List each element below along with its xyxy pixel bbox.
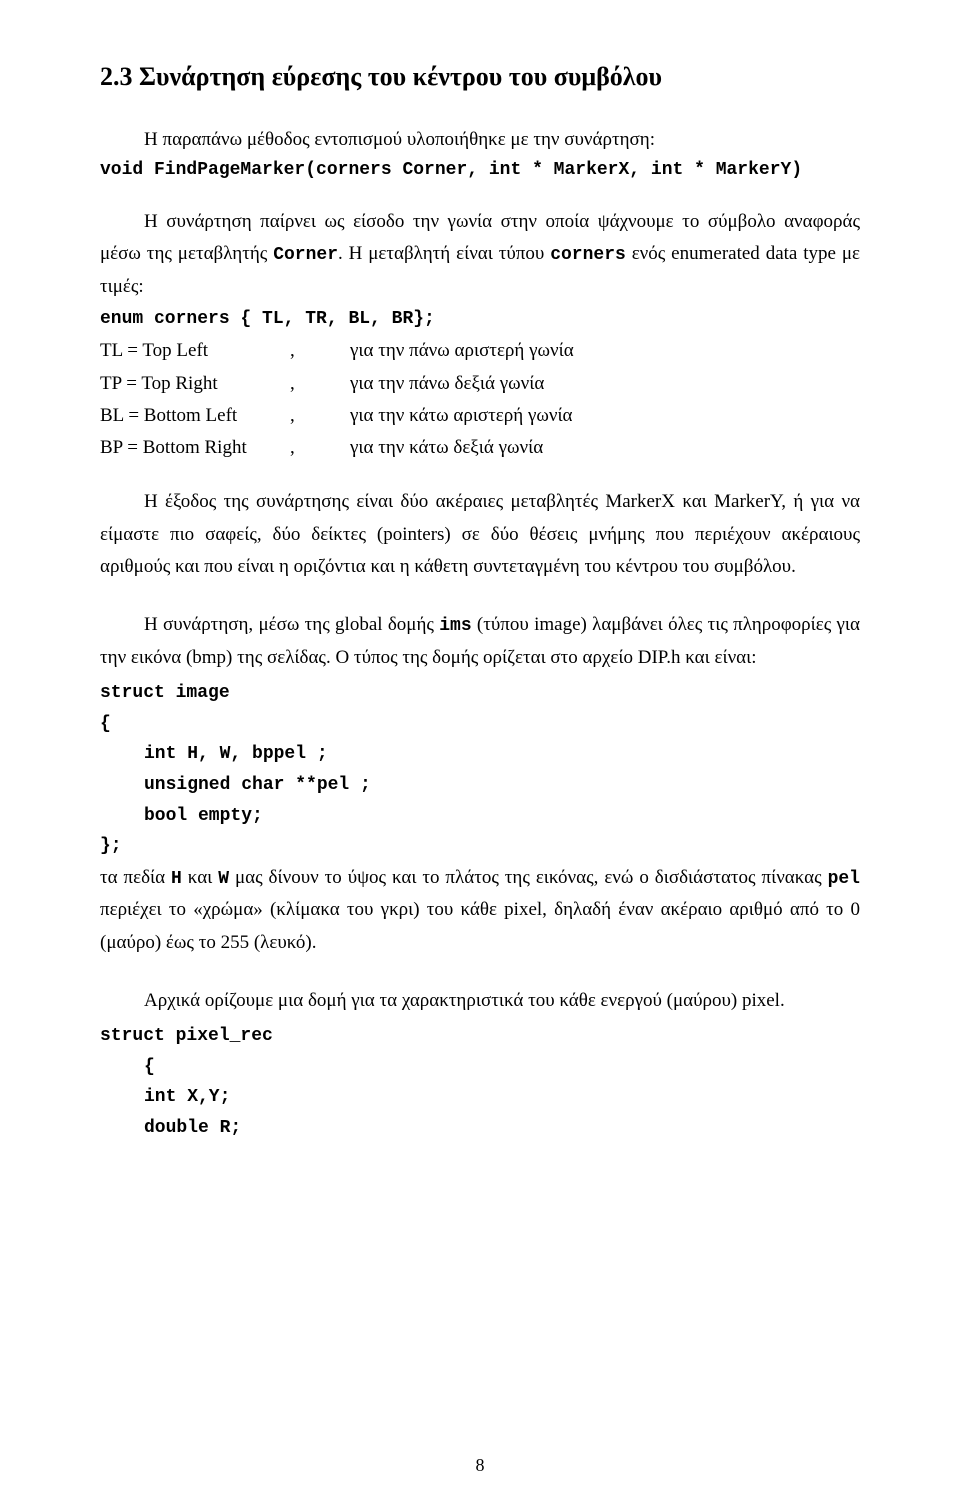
- page: 2.3 Συνάρτηση εύρεσης του κέντρου του συ…: [0, 0, 960, 1502]
- text: τα πεδία: [100, 867, 171, 888]
- text: και: [182, 867, 218, 888]
- enum-def-left: TL = Top Left: [100, 335, 290, 367]
- struct-image-l6: };: [100, 831, 860, 862]
- section-title: 2.3 Συνάρτηση εύρεσης του κέντρου του συ…: [100, 60, 860, 94]
- var-corner: Corner: [273, 245, 338, 265]
- enum-def-row: BL = Bottom Left , για την κάτω αριστερή…: [100, 400, 860, 432]
- struct-pixel-l2: {: [100, 1052, 860, 1083]
- paragraph-output: Η έξοδος της συνάρτησης είναι δύο ακέραι…: [100, 486, 860, 583]
- type-corners: corners: [550, 245, 626, 265]
- struct-pixel-l1: struct pixel_rec: [100, 1021, 860, 1052]
- enum-def-left: BL = Bottom Left: [100, 400, 290, 432]
- field-w: W: [218, 869, 229, 889]
- paragraph-struct-intro: Η συνάρτηση, μέσω της global δομής ims (…: [100, 609, 860, 674]
- struct-pixel-l3: int X,Y;: [100, 1082, 860, 1113]
- paragraph-input: Η συνάρτηση παίρνει ως είσοδο την γωνία …: [100, 206, 860, 303]
- text: μας δίνουν το ύψος και το πλάτος της εικ…: [229, 867, 828, 888]
- field-h: H: [171, 869, 182, 889]
- enum-def-comma: ,: [290, 432, 350, 464]
- enum-def-row: TL = Top Left , για την πάνω αριστερή γω…: [100, 335, 860, 367]
- page-number: 8: [0, 1455, 960, 1476]
- text: . Η μεταβλητή είναι τύπου: [338, 243, 550, 264]
- enum-def-right: για την κάτω δεξιά γωνία: [350, 432, 860, 464]
- enum-def-left: TP = Top Right: [100, 368, 290, 400]
- struct-image-l2: {: [100, 709, 860, 740]
- paragraph-pixel-struct: Αρχικά ορίζουμε μια δομή για τα χαρακτηρ…: [100, 985, 860, 1017]
- text: Η συνάρτηση, μέσω της global δομής: [144, 614, 439, 635]
- paragraph-fields: τα πεδία H και W μας δίνουν το ύψος και …: [100, 862, 860, 959]
- var-ims: ims: [439, 616, 471, 636]
- enum-def-right: για την πάνω δεξιά γωνία: [350, 368, 860, 400]
- enum-declaration: enum corners { TL, TR, BL, BR};: [100, 309, 860, 329]
- struct-image-l4: unsigned char **pel ;: [100, 770, 860, 801]
- enum-def-comma: ,: [290, 335, 350, 367]
- struct-image-l5: bool empty;: [100, 801, 860, 832]
- paragraph-intro: Η παραπάνω μέθοδος εντοπισμού υλοποιήθηκ…: [100, 124, 860, 156]
- enum-def-row: BP = Bottom Right , για την κάτω δεξιά γ…: [100, 432, 860, 464]
- struct-pixel-l4: double R;: [100, 1113, 860, 1144]
- enum-def-comma: ,: [290, 400, 350, 432]
- field-pel: pel: [828, 869, 860, 889]
- enum-def-right: για την κάτω αριστερή γωνία: [350, 400, 860, 432]
- text: περιέχει το «χρώμα» (κλίμακα του γκρι) τ…: [100, 899, 860, 952]
- function-declaration: void FindPageMarker(corners Corner, int …: [100, 160, 860, 180]
- enum-def-left: BP = Bottom Right: [100, 432, 290, 464]
- enum-def-right: για την πάνω αριστερή γωνία: [350, 335, 860, 367]
- struct-image-l1: struct image: [100, 678, 860, 709]
- enum-def-row: TP = Top Right , για την πάνω δεξιά γωνί…: [100, 368, 860, 400]
- enum-def-comma: ,: [290, 368, 350, 400]
- struct-image-l3: int H, W, bppel ;: [100, 739, 860, 770]
